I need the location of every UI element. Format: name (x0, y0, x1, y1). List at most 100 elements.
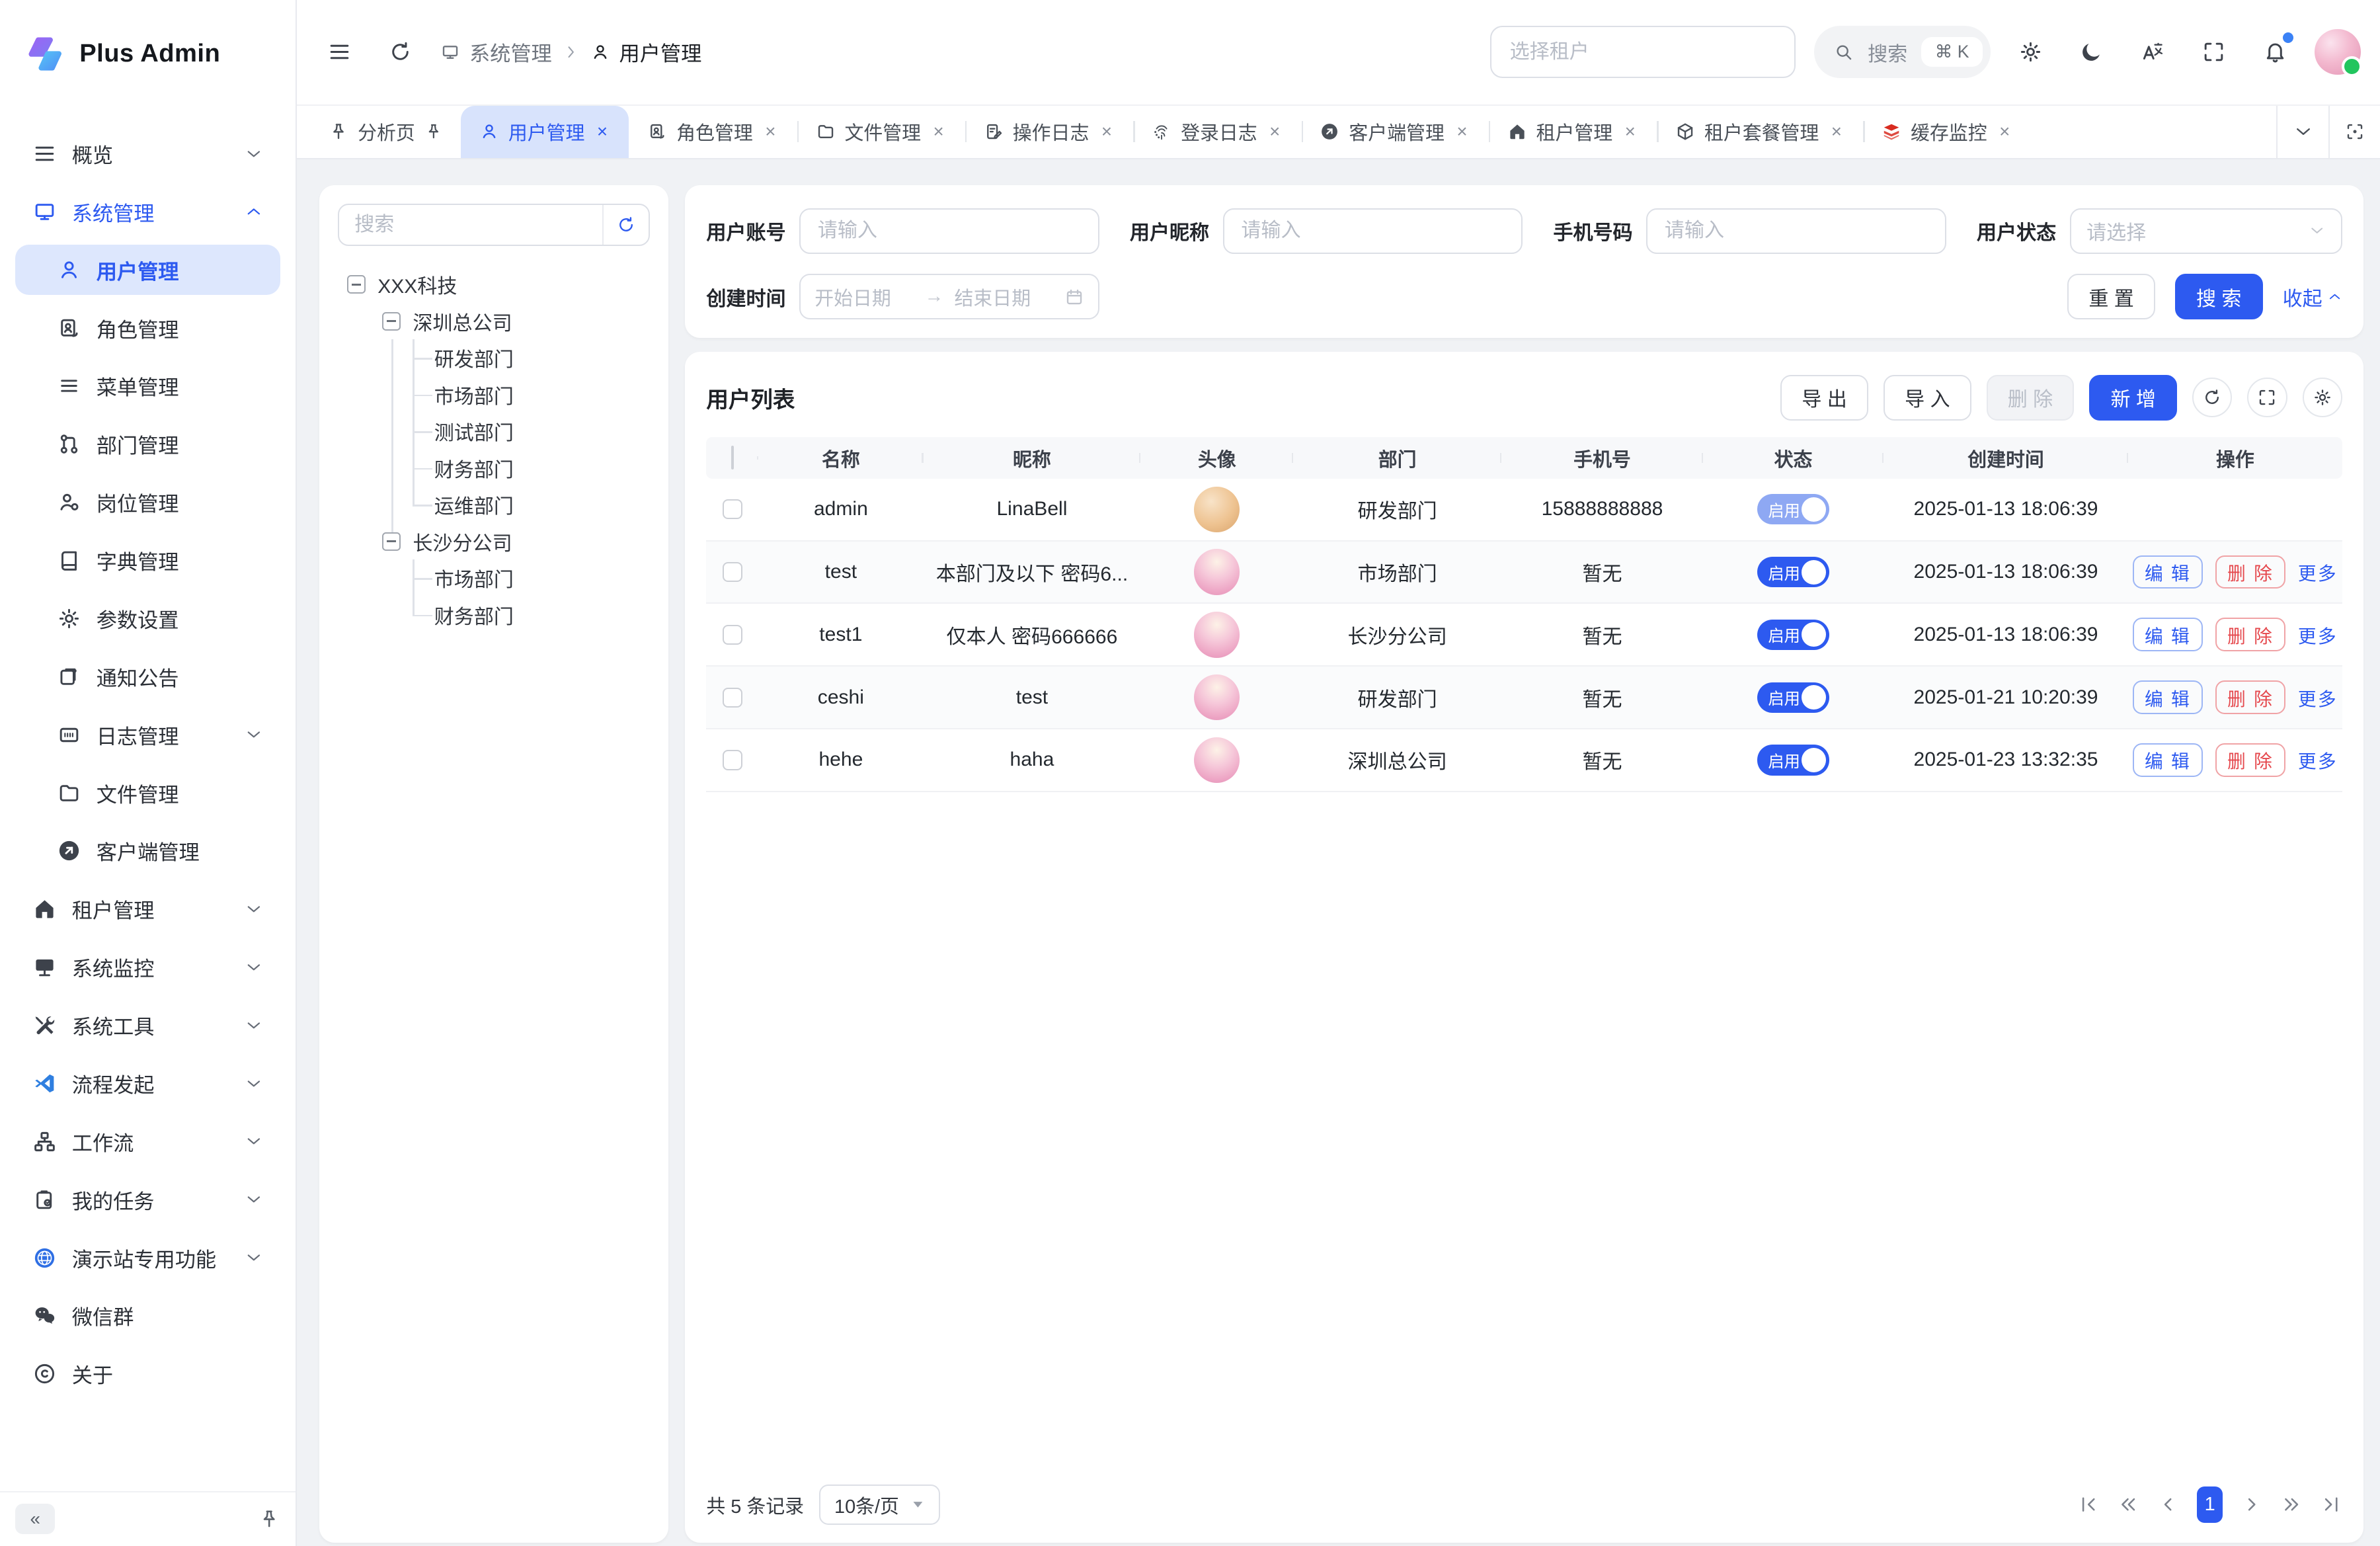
tree-collapse-box[interactable] (382, 532, 401, 551)
tabs-dropdown-button[interactable] (2276, 106, 2328, 158)
account-input[interactable] (801, 220, 1097, 242)
notifications-button[interactable] (2254, 30, 2297, 73)
language-button[interactable] (2131, 30, 2174, 73)
import-button[interactable]: 导 入 (1884, 375, 1971, 421)
reset-button[interactable]: 重 置 (2067, 274, 2155, 319)
more-row-button[interactable]: 更多 (2298, 555, 2338, 589)
sidebar-item-logs[interactable]: 日志管理 (15, 710, 280, 760)
sidebar-item-flow[interactable]: 流程发起 (15, 1058, 280, 1108)
close-icon[interactable]: × (1622, 123, 1638, 140)
edit-row-button[interactable]: 编 辑 (2133, 743, 2203, 777)
more-row-button[interactable]: 更多 (2298, 618, 2338, 651)
close-icon[interactable]: × (1267, 123, 1283, 140)
sidebar-item-demo[interactable]: 演示站专用功能 (15, 1233, 280, 1283)
search-button[interactable]: 搜 索 (2175, 274, 2263, 319)
tab-租户管理[interactable]: 租户管理× (1489, 106, 1657, 158)
previous-page-button[interactable] (2157, 1494, 2178, 1515)
row-avatar[interactable] (1194, 487, 1240, 532)
row-checkbox[interactable] (723, 688, 742, 708)
table-settings-button[interactable] (2303, 378, 2342, 417)
sidebar-item-users[interactable]: 用户管理 (15, 245, 280, 295)
sidebar-pin-icon[interactable] (258, 1508, 280, 1529)
close-icon[interactable]: × (1098, 123, 1115, 140)
back-5-pages-button[interactable] (2118, 1494, 2139, 1515)
select-all-checkbox[interactable] (731, 446, 734, 469)
tree-node-运维部门[interactable]: 运维部门 (338, 486, 650, 523)
row-avatar[interactable] (1194, 737, 1240, 783)
sidebar-item-sysmon[interactable]: 系统监控 (15, 942, 280, 993)
tab-分析页[interactable]: 分析页 (310, 106, 461, 158)
sidebar-item-mytasks[interactable]: 我的任务 (15, 1174, 280, 1225)
tab-缓存监控[interactable]: 缓存监控× (1863, 106, 2031, 158)
tree-node-财务部门[interactable]: 财务部门 (338, 450, 650, 487)
del-row-button[interactable]: 删 除 (2215, 680, 2286, 714)
table-fullscreen-button[interactable] (2247, 378, 2287, 417)
tree-search-input[interactable] (339, 214, 602, 236)
tree-node-研发部门[interactable]: 研发部门 (338, 339, 650, 376)
close-icon[interactable]: × (1996, 123, 2012, 140)
sidebar-item-clients[interactable]: 客户端管理 (15, 826, 280, 876)
tree-node-市场部门[interactable]: 市场部门 (338, 376, 650, 413)
sidebar-collapse-button[interactable]: « (15, 1504, 55, 1534)
sidebar-item-posts[interactable]: 岗位管理 (15, 477, 280, 528)
tab-登录日志[interactable]: 登录日志× (1133, 106, 1301, 158)
user-avatar[interactable] (2315, 29, 2360, 75)
tree-node-长沙分公司[interactable]: 长沙分公司 (338, 523, 650, 560)
sidebar-item-wechat[interactable]: 微信群 (15, 1291, 280, 1341)
fullscreen-button[interactable] (2192, 30, 2235, 73)
sidebar-item-about[interactable]: 关于 (15, 1349, 280, 1399)
tab-用户管理[interactable]: 用户管理× (461, 106, 629, 158)
sidebar-item-tenant[interactable]: 租户管理 (15, 884, 280, 934)
more-row-button[interactable]: 更多 (2298, 743, 2338, 777)
sidebar-item-systools[interactable]: 系统工具 (15, 1000, 280, 1050)
tab-客户端管理[interactable]: 客户端管理× (1302, 106, 1489, 158)
tab-租户套餐管理[interactable]: 租户套餐管理× (1657, 106, 1863, 158)
tab-操作日志[interactable]: 操作日志× (965, 106, 1133, 158)
tree-node-财务部门[interactable]: 财务部门 (338, 596, 650, 633)
delete-button[interactable]: 删 除 (1987, 375, 2075, 421)
edit-row-button[interactable]: 编 辑 (2133, 680, 2203, 714)
date-range-picker[interactable]: 开始日期 → 结束日期 (799, 274, 1099, 319)
sidebar-item-workflow[interactable]: 工作流 (15, 1116, 280, 1166)
sidebar-item-system[interactable]: 系统管理 (15, 186, 280, 237)
sidebar-item-menus[interactable]: 菜单管理 (15, 361, 280, 411)
menu-toggle-button[interactable] (318, 30, 361, 73)
close-icon[interactable]: × (1454, 123, 1470, 140)
sidebar-item-overview[interactable]: 概览 (15, 128, 280, 179)
tree-refresh-button[interactable] (602, 205, 648, 245)
tree-node-深圳总公司[interactable]: 深圳总公司 (338, 303, 650, 340)
status-select[interactable]: 请选择 (2070, 208, 2342, 254)
tree-node-测试部门[interactable]: 测试部门 (338, 413, 650, 450)
sidebar-item-notice[interactable]: 通知公告 (15, 651, 280, 702)
phone-input[interactable] (1647, 220, 1944, 242)
status-toggle[interactable]: 启用 (1757, 494, 1829, 524)
export-button[interactable]: 导 出 (1780, 375, 1868, 421)
status-toggle[interactable]: 启用 (1757, 745, 1829, 775)
dark-mode-button[interactable] (2070, 30, 2113, 73)
tree-collapse-box[interactable] (347, 275, 366, 294)
row-avatar[interactable] (1194, 612, 1240, 657)
tree-node-XXX科技[interactable]: XXX科技 (338, 266, 650, 303)
refresh-page-button[interactable] (379, 30, 422, 73)
row-checkbox[interactable] (723, 625, 742, 645)
close-icon[interactable]: × (930, 123, 947, 140)
table-refresh-button[interactable] (2192, 378, 2232, 417)
del-row-button[interactable]: 删 除 (2215, 743, 2286, 777)
row-checkbox[interactable] (723, 750, 742, 770)
sidebar-item-files[interactable]: 文件管理 (15, 768, 280, 818)
settings-button[interactable] (2009, 30, 2052, 73)
tree-collapse-box[interactable] (382, 312, 401, 331)
current-page[interactable]: 1 (2197, 1486, 2223, 1524)
breadcrumb-item-users[interactable]: 用户管理 (590, 37, 702, 67)
row-checkbox[interactable] (723, 499, 742, 519)
tab-文件管理[interactable]: 文件管理× (797, 106, 965, 158)
close-icon[interactable]: × (594, 123, 610, 140)
sidebar-item-roles[interactable]: 角色管理 (15, 303, 280, 353)
row-checkbox[interactable] (723, 562, 742, 582)
next-page-button[interactable] (2241, 1494, 2262, 1515)
brand[interactable]: Plus Admin (0, 0, 296, 107)
close-icon[interactable]: × (1828, 123, 1844, 140)
tenant-select-input[interactable] (1490, 26, 1796, 78)
row-avatar[interactable] (1194, 674, 1240, 720)
tab-角色管理[interactable]: 角色管理× (629, 106, 797, 158)
